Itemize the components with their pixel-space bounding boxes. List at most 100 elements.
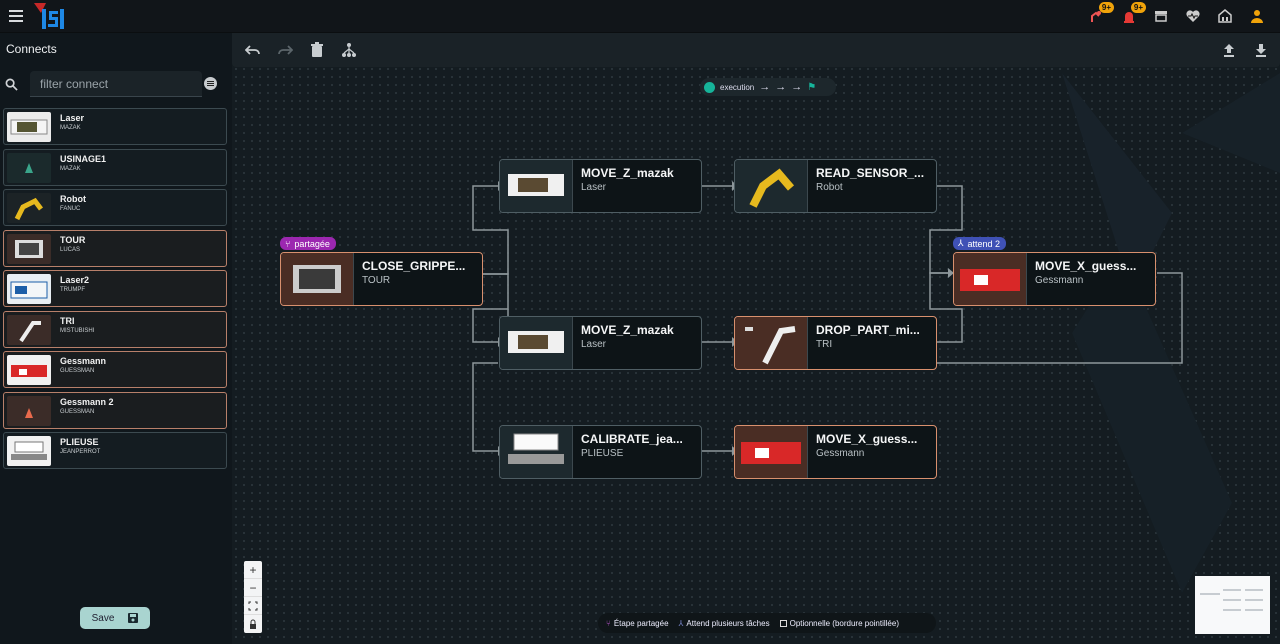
connect-brand: JEANPERROT (60, 449, 101, 455)
node-move-z-mazak-1[interactable]: MOVE_Z_mazak Laser (499, 159, 702, 213)
laser-machine-thumbnail (500, 160, 573, 212)
undo-icon[interactable] (244, 41, 262, 59)
node-move-z-mazak-2[interactable]: MOVE_Z_mazak Laser (499, 316, 702, 370)
connects-sidebar: Connects Laser MAZAK USINAGE1 MAZAK Robo… (0, 33, 232, 644)
shared-step-icon: ⑂ (606, 618, 611, 628)
node-read-sensor[interactable]: READ_SENSOR_... Robot (734, 159, 937, 213)
connect-item-gessmann-2[interactable]: Gessmann 2 GUESSMAN (3, 391, 227, 429)
zoom-out-button[interactable]: − (244, 579, 262, 597)
connect-item-tour[interactable]: TOUR LUCAS (3, 229, 227, 267)
connect-name: PLIEUSE (60, 437, 99, 447)
flag-icon: ⚑ (807, 81, 817, 93)
node-title: MOVE_Z_mazak (581, 323, 674, 337)
gessmann-machine-thumbnail (7, 355, 51, 385)
connect-list: Laser MAZAK USINAGE1 MAZAK Robot FANUC T… (3, 108, 227, 473)
filter-menu-icon[interactable] (204, 77, 217, 90)
wait-multiple-tag: ⅄ attend 2 (953, 237, 1007, 250)
legend-shared: Étape partagée (613, 618, 669, 628)
connect-brand: MAZAK (60, 165, 81, 172)
node-title: READ_SENSOR_... (816, 166, 925, 180)
connect-name: Robot (60, 194, 86, 204)
press-brake-thumbnail (7, 436, 51, 466)
sidebar-title: Connects (6, 42, 57, 56)
connect-brand: MISTUBISHI (60, 327, 95, 334)
connect-name: Gessmann 2 (60, 396, 114, 407)
shared-step-icon: ⑂ (285, 238, 291, 249)
tri-robot-thumbnail (7, 314, 51, 345)
isi-logo (34, 3, 64, 29)
node-machine: TOUR (362, 275, 391, 286)
user-icon[interactable] (1244, 4, 1270, 28)
legend-optional: Optionnelle (bordure pointillée) (789, 618, 899, 628)
gessmann2-machine-thumbnail (7, 395, 51, 426)
home-icon[interactable] (1212, 4, 1238, 28)
robot-arm-thumbnail (735, 160, 808, 212)
node-calibrate[interactable]: CALIBRATE_jea... PLIEUSE (499, 425, 702, 479)
download-icon[interactable] (1252, 41, 1270, 59)
node-machine: Laser (581, 339, 607, 350)
play-icon[interactable] (704, 81, 715, 93)
node-machine: TRI (816, 339, 833, 350)
save-button[interactable]: Save (80, 607, 150, 629)
connect-item-laser[interactable]: Laser MAZAK (3, 108, 227, 145)
connect-item-plieuse[interactable]: PLIEUSE JEANPERROT (3, 432, 227, 469)
wait-multiple-icon: ⅄ (678, 618, 684, 628)
tri-robot-thumbnail (735, 317, 808, 369)
cnc-machine-thumbnail (7, 152, 51, 183)
node-machine: Robot (816, 182, 843, 193)
node-close-gripper[interactable]: CLOSE_GRIPPE... TOUR (280, 252, 483, 306)
legend-bar: ⑂ Étape partagée ⅄ Attend plusieurs tâches… (598, 613, 936, 633)
node-move-x-gessmann-1[interactable]: MOVE_X_guess... Gessmann (734, 425, 937, 479)
connect-brand: GUESSMAN (60, 408, 95, 415)
robot-alert-icon[interactable]: 9+ (1084, 2, 1114, 28)
execution-label: execution (720, 82, 755, 92)
heart-monitor-icon[interactable] (1180, 4, 1206, 28)
alarm-icon[interactable]: 9+ (1116, 2, 1146, 28)
connect-brand: TRUMPF (60, 287, 85, 293)
node-title: DROP_PART_mi... (816, 323, 920, 337)
lock-icon[interactable] (244, 615, 262, 633)
connect-item-usinage1[interactable]: USINAGE1 MAZAK (3, 148, 227, 186)
layout-tree-icon[interactable] (340, 41, 358, 59)
fit-view-icon[interactable] (244, 597, 262, 615)
connect-name: TRI (60, 315, 75, 326)
arrow-right-icon: → (791, 81, 803, 93)
store-icon[interactable] (1148, 4, 1174, 28)
connect-name: Laser (60, 113, 85, 123)
connect-brand: FANUC (60, 206, 81, 212)
minimap[interactable] (1195, 576, 1270, 634)
node-move-x-gessmann-2[interactable]: MOVE_X_guess... Gessmann (953, 252, 1156, 306)
gessmann-machine-thumbnail (735, 426, 808, 478)
laser2-machine-thumbnail (7, 274, 51, 304)
node-title: CALIBRATE_jea... (581, 432, 683, 446)
tag-label: attend 2 (967, 238, 1001, 249)
node-title: MOVE_Z_mazak (581, 166, 674, 180)
zoom-in-button[interactable]: + (244, 561, 262, 579)
lathe-thumbnail (281, 253, 354, 305)
laser-machine-thumbnail (500, 317, 573, 369)
connect-brand: LUCAS (60, 246, 81, 253)
connect-name: TOUR (60, 234, 86, 245)
delete-icon[interactable] (308, 41, 326, 59)
upload-icon[interactable] (1220, 41, 1238, 59)
connect-item-gessmann[interactable]: Gessmann GUESSMAN (3, 351, 227, 388)
robot-arm-thumbnail (7, 193, 51, 223)
connect-item-robot[interactable]: Robot FANUC (3, 189, 227, 226)
node-machine: Gessmann (1035, 275, 1084, 286)
filter-connect-input[interactable] (30, 71, 202, 97)
editor-toolbar (232, 33, 1280, 67)
flow-canvas[interactable]: execution → → → ⚑ ⑂ partagée CLOSE_GRIPP… (232, 33, 1280, 644)
connect-item-laser2[interactable]: Laser2 TRUMPF (3, 270, 227, 307)
arrow-right-icon: → (775, 81, 787, 93)
arrow-right-icon: → (759, 81, 771, 93)
connect-item-tri[interactable]: TRI MISTUBISHI (3, 310, 227, 348)
optional-box-icon (779, 619, 787, 627)
legend-multi: Attend plusieurs tâches (686, 618, 770, 628)
execution-bar[interactable]: execution → → → ⚑ (700, 78, 836, 96)
node-machine: Gessmann (816, 448, 865, 459)
menu-icon[interactable] (9, 10, 23, 22)
redo-icon[interactable] (276, 41, 294, 59)
node-drop-part[interactable]: DROP_PART_mi... TRI (734, 316, 937, 370)
connect-name: Laser2 (60, 275, 90, 285)
node-machine: Laser (581, 182, 607, 193)
